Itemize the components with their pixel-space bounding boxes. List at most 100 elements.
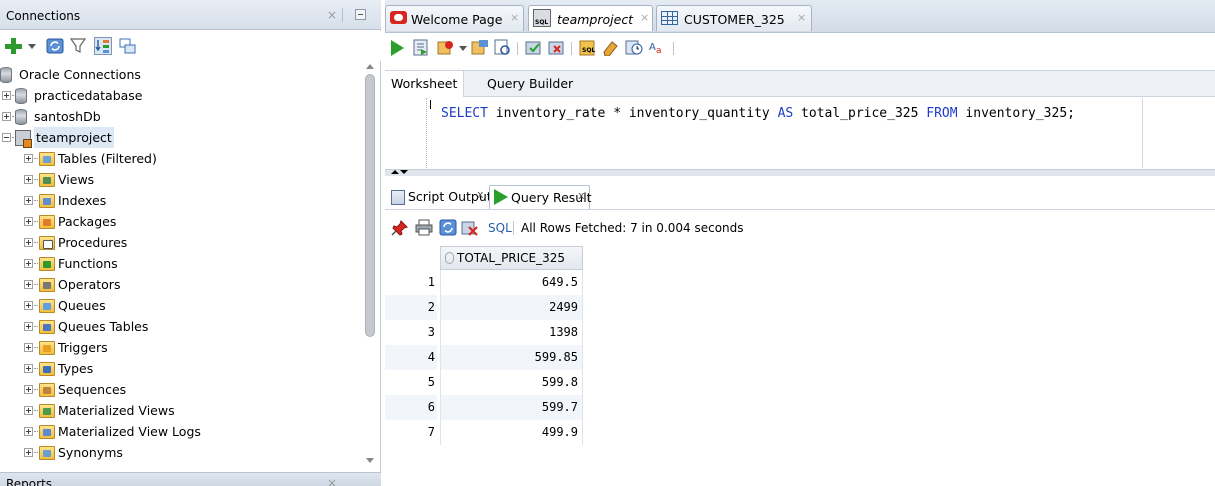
print-icon[interactable]	[415, 219, 433, 236]
expand-icon[interactable]	[24, 406, 33, 415]
tab-query-result[interactable]: Query Result x	[489, 185, 592, 209]
sql-statement[interactable]: SELECT inventory_rate * inventory_quanti…	[441, 106, 1075, 121]
table-row[interactable]: 1 649.5	[385, 270, 1215, 295]
connections-scrollbar[interactable]	[362, 62, 378, 468]
connections-minimize-icon[interactable]	[355, 9, 366, 20]
expand-icon[interactable]	[24, 301, 33, 310]
connections-close-icon[interactable]: ×	[327, 8, 337, 22]
table-row[interactable]: 4 599.85	[385, 345, 1215, 370]
scroll-up-arrow-icon[interactable]	[366, 64, 374, 69]
expand-icon[interactable]	[2, 91, 11, 100]
clear-eraser-icon[interactable]	[601, 39, 619, 56]
sql-link[interactable]: SQL	[488, 221, 512, 235]
refresh-icon[interactable]	[46, 37, 64, 55]
expand-icon[interactable]	[24, 259, 33, 268]
expand-icon[interactable]	[24, 364, 33, 373]
tab-teamproject[interactable]: teamproject ×	[528, 5, 653, 31]
tree-item[interactable]: santoshDb	[0, 106, 360, 127]
table-row[interactable]: 3 1398	[385, 320, 1215, 345]
expand-icon[interactable]	[24, 175, 33, 184]
expand-icon[interactable]	[24, 196, 33, 205]
expand-icon[interactable]	[24, 322, 33, 331]
tree-item[interactable]: Synonyms	[0, 442, 360, 463]
tree-item[interactable]: Queues	[0, 295, 360, 316]
expand-icon[interactable]	[24, 154, 33, 163]
collapse-all-icon[interactable]	[119, 37, 137, 55]
table-cell[interactable]: 499.9	[440, 420, 583, 445]
scroll-down-arrow-icon[interactable]	[366, 458, 374, 463]
expand-icon[interactable]	[24, 238, 33, 247]
tree-item[interactable]: practicedatabase	[0, 85, 360, 106]
autotrace-icon[interactable]	[437, 39, 455, 56]
splitter-down-arrow-icon[interactable]	[400, 170, 408, 174]
format-sql-icon[interactable]: Aa	[648, 39, 666, 56]
reports-close-icon[interactable]: ×	[327, 476, 337, 486]
tab-close-icon[interactable]: x	[578, 189, 585, 202]
expand-icon[interactable]	[24, 217, 33, 226]
tree-item[interactable]: Types	[0, 358, 360, 379]
sql-editor[interactable]: SELECT inventory_rate * inventory_quanti…	[385, 98, 1215, 168]
tree-item[interactable]: Views	[0, 169, 360, 190]
sort-icon[interactable]	[445, 252, 454, 264]
schema-browser-icon[interactable]	[94, 37, 112, 55]
cancel-query-icon[interactable]	[461, 219, 479, 236]
refresh-results-icon[interactable]	[439, 219, 457, 236]
table-cell[interactable]: 1398	[440, 320, 583, 345]
sql-history-icon[interactable]	[625, 39, 643, 56]
tab-close-icon[interactable]: ×	[510, 11, 519, 24]
expand-icon[interactable]	[24, 280, 33, 289]
pin-icon[interactable]	[391, 219, 409, 236]
tree-item[interactable]: Oracle Connections	[0, 64, 360, 85]
table-cell[interactable]: 2499	[440, 295, 583, 320]
expand-icon[interactable]	[2, 112, 11, 121]
unshared-sql-worksheet-icon[interactable]: SQL	[578, 39, 596, 56]
tree-item[interactable]: Materialized Views	[0, 400, 360, 421]
commit-icon[interactable]	[525, 39, 543, 56]
rollback-icon[interactable]	[548, 39, 566, 56]
scrollbar-thumb[interactable]	[365, 74, 375, 337]
tree-item[interactable]: Functions	[0, 253, 360, 274]
new-connection-icon[interactable]	[4, 37, 22, 55]
table-row[interactable]: 5 599.8	[385, 370, 1215, 395]
tree-item[interactable]: Indexes	[0, 190, 360, 211]
table-cell[interactable]: 599.8	[440, 370, 583, 395]
new-connection-dropdown-icon[interactable]	[28, 44, 36, 49]
table-cell[interactable]: 599.85	[440, 345, 583, 370]
subtab-worksheet[interactable]: Worksheet	[385, 71, 465, 97]
expand-icon[interactable]	[24, 448, 33, 457]
tab-welcome-page[interactable]: Welcome Page ×	[385, 5, 524, 31]
explain-plan-icon[interactable]	[471, 39, 489, 56]
tab-customer-325[interactable]: CUSTOMER_325 ×	[656, 5, 812, 31]
tree-item[interactable]: Packages	[0, 211, 360, 232]
table-cell[interactable]: 649.5	[440, 270, 583, 295]
table-row[interactable]: 6 599.7	[385, 395, 1215, 420]
tree-item[interactable]: Sequences	[0, 379, 360, 400]
expand-icon[interactable]	[24, 385, 33, 394]
results-grid[interactable]: TOTAL_PRICE_325 1 649.5 2 2499 3 1398 4 599.85 5…	[385, 246, 1215, 486]
subtab-query-builder[interactable]: Query Builder	[481, 71, 579, 97]
tree-item[interactable]: Tables (Filtered)	[0, 148, 360, 169]
splitter-up-arrow-icon[interactable]	[391, 170, 399, 174]
tree-item[interactable]: Queues Tables	[0, 316, 360, 337]
expand-icon[interactable]	[24, 343, 33, 352]
run-statement-icon[interactable]	[391, 40, 404, 56]
table-row[interactable]: 2 2499	[385, 295, 1215, 320]
sql-tuning-advisor-icon[interactable]	[494, 39, 512, 56]
filter-icon[interactable]	[69, 37, 87, 55]
tree-item[interactable]: Operators	[0, 274, 360, 295]
table-cell[interactable]: 599.7	[440, 395, 583, 420]
column-header[interactable]: TOTAL_PRICE_325	[440, 246, 583, 270]
tab-script-output[interactable]: Script Output x	[387, 185, 492, 209]
tree-item[interactable]: Triggers	[0, 337, 360, 358]
collapse-icon[interactable]	[2, 133, 11, 142]
tree-item[interactable]: Procedures	[0, 232, 360, 253]
run-script-icon[interactable]	[412, 39, 430, 56]
tab-close-icon[interactable]: ×	[640, 11, 649, 24]
tree-item[interactable]: teamproject	[0, 127, 360, 148]
tab-close-icon[interactable]: x	[477, 188, 484, 201]
tab-close-icon[interactable]: ×	[797, 11, 806, 24]
autotrace-dropdown-icon[interactable]	[459, 46, 467, 51]
expand-icon[interactable]	[24, 427, 33, 436]
table-row[interactable]: 7 499.9	[385, 420, 1215, 445]
editor-results-splitter[interactable]	[385, 169, 1215, 176]
